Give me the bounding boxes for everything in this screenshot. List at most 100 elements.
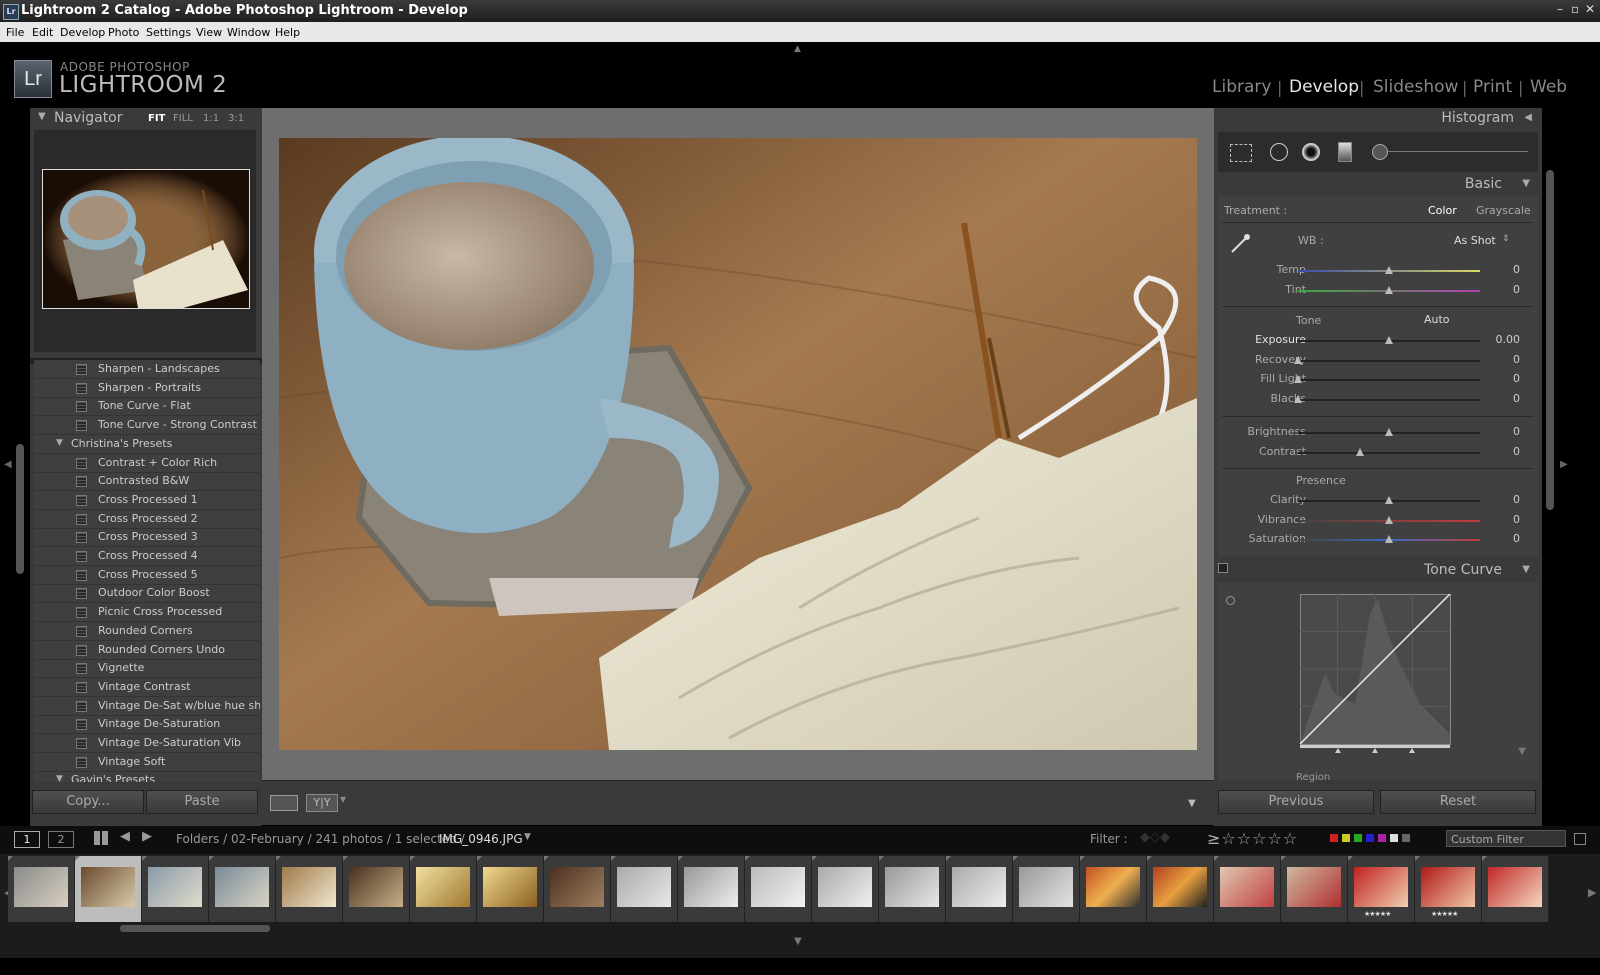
right-scrollbar[interactable] bbox=[1546, 170, 1554, 510]
slider-value[interactable]: 0 bbox=[1513, 372, 1520, 385]
filmstrip-thumbnail[interactable] bbox=[611, 856, 678, 922]
zoom-3-1[interactable]: 3:1 bbox=[228, 113, 244, 124]
filmstrip-thumbnail[interactable] bbox=[544, 856, 611, 922]
slider-track[interactable] bbox=[1298, 336, 1480, 344]
thumbnail-image[interactable] bbox=[952, 867, 1006, 907]
menu-view[interactable]: View bbox=[196, 26, 222, 39]
filmstrip-thumbnail[interactable] bbox=[75, 856, 142, 922]
close-icon[interactable]: ✕ bbox=[1585, 2, 1595, 16]
tone-curve-collapse-icon[interactable]: ▼ bbox=[1522, 564, 1530, 575]
main-photo[interactable] bbox=[279, 138, 1197, 750]
slider-thumb[interactable] bbox=[1294, 394, 1302, 403]
filmstrip-thumbnail[interactable] bbox=[1013, 856, 1080, 922]
slider-temp[interactable]: Temp 0 bbox=[1218, 260, 1534, 280]
thumbnail-image[interactable] bbox=[550, 867, 604, 907]
red-eye-icon[interactable] bbox=[1302, 143, 1320, 161]
slider-value[interactable]: 0 bbox=[1513, 283, 1520, 296]
zoom-fit[interactable]: FIT bbox=[148, 113, 165, 124]
breadcrumb[interactable]: Folders / 02-February / 241 photos / 1 s… bbox=[176, 832, 465, 846]
image-canvas[interactable] bbox=[262, 108, 1214, 780]
curve-menu-icon[interactable]: ▼ bbox=[1518, 746, 1526, 757]
slider-value[interactable]: 0 bbox=[1513, 532, 1520, 545]
toolbar-menu-icon[interactable]: ▼ bbox=[1188, 798, 1196, 809]
module-web[interactable]: Web bbox=[1530, 77, 1567, 97]
navigator-preview[interactable] bbox=[34, 130, 256, 352]
preset-item[interactable]: Rounded Corners Undo bbox=[34, 641, 260, 660]
preset-folder[interactable]: ▼ Gavin's Presets bbox=[34, 771, 260, 782]
thumbnail-image[interactable] bbox=[483, 867, 537, 907]
filmstrip-thumbnail[interactable] bbox=[1281, 856, 1348, 922]
slider-track[interactable] bbox=[1298, 535, 1480, 544]
slider-tint[interactable]: Tint 0 bbox=[1218, 280, 1534, 300]
slider-value[interactable]: 0 bbox=[1513, 513, 1520, 526]
thumbnail-image[interactable] bbox=[81, 867, 135, 907]
thumbnail-image[interactable] bbox=[1153, 867, 1207, 907]
thumbnail-image[interactable] bbox=[684, 867, 738, 907]
star-filter[interactable]: ≥☆☆☆☆☆ bbox=[1207, 829, 1298, 848]
slider-thumb[interactable] bbox=[1385, 285, 1393, 294]
collapse-right-icon[interactable]: ▶ bbox=[1560, 459, 1568, 470]
preset-item[interactable]: Vignette bbox=[34, 659, 260, 679]
filename-dropdown-icon[interactable]: ▼ bbox=[524, 832, 531, 842]
slider-thumb[interactable] bbox=[1385, 428, 1393, 436]
menu-settings[interactable]: Settings bbox=[146, 26, 191, 39]
preset-item[interactable]: Sharpen - Landscapes bbox=[34, 360, 260, 379]
preset-item[interactable]: Vintage De-Saturation bbox=[34, 715, 260, 735]
zoom-fill[interactable]: FILL bbox=[173, 113, 193, 124]
filmstrip-thumbnail[interactable] bbox=[209, 856, 276, 922]
back-arrow-icon[interactable]: ◀ bbox=[120, 829, 130, 844]
adjustment-brush-icon[interactable] bbox=[1372, 144, 1388, 160]
slider-value[interactable]: 0 bbox=[1513, 425, 1520, 438]
target-adjust-icon[interactable] bbox=[1226, 596, 1235, 605]
wb-eyedropper-icon[interactable] bbox=[1228, 232, 1252, 256]
slider-track[interactable] bbox=[1298, 285, 1480, 294]
tone-curve-toggle[interactable] bbox=[1218, 563, 1228, 573]
navigator-thumbnail[interactable] bbox=[42, 169, 250, 309]
filmstrip-thumbnail[interactable] bbox=[276, 856, 343, 922]
minimize-icon[interactable]: – bbox=[1557, 2, 1563, 16]
thumbnail-image[interactable] bbox=[282, 867, 336, 907]
slider-track[interactable] bbox=[1298, 266, 1480, 274]
thumbnail-image[interactable] bbox=[751, 867, 805, 907]
copy-button[interactable]: Copy... bbox=[32, 790, 144, 814]
thumbnail-image[interactable] bbox=[1488, 867, 1542, 907]
preset-item[interactable]: Sharpen - Portraits bbox=[34, 379, 260, 398]
slider-value[interactable]: 0 bbox=[1513, 493, 1520, 506]
filmstrip-thumbnail[interactable] bbox=[410, 856, 477, 922]
slider-value[interactable]: 0 bbox=[1513, 353, 1520, 366]
reset-button[interactable]: Reset bbox=[1380, 790, 1536, 814]
thumbnail-image[interactable] bbox=[1019, 867, 1073, 907]
folder-collapse-icon[interactable]: ▼ bbox=[56, 438, 63, 448]
preset-item[interactable]: Vintage Contrast bbox=[34, 678, 260, 697]
filmstrip-scrollbar[interactable] bbox=[120, 925, 270, 932]
thumbnail-image[interactable] bbox=[1421, 867, 1475, 907]
filmstrip-thumbnail[interactable] bbox=[343, 856, 410, 922]
primary-window-button[interactable]: 1 bbox=[14, 831, 40, 848]
treatment-grayscale[interactable]: Grayscale bbox=[1476, 204, 1531, 217]
slider-track[interactable] bbox=[1294, 355, 1480, 364]
preset-item[interactable]: Cross Processed 4 bbox=[34, 547, 260, 566]
menu-photo[interactable]: Photo bbox=[108, 26, 139, 39]
wb-value[interactable]: As Shot bbox=[1454, 234, 1496, 247]
thumbnail-image[interactable] bbox=[148, 867, 202, 907]
slider-track[interactable] bbox=[1298, 496, 1480, 504]
preset-item[interactable]: Vintage De-Sat w/blue hue shift bbox=[34, 697, 260, 716]
module-slideshow[interactable]: Slideshow bbox=[1373, 77, 1458, 97]
filmstrip-thumbnail[interactable] bbox=[879, 856, 946, 922]
thumbnail-image[interactable] bbox=[1354, 867, 1408, 907]
thumbnail-image[interactable] bbox=[416, 867, 470, 907]
slider-thumb[interactable] bbox=[1294, 375, 1302, 384]
collapse-left-icon[interactable]: ◀ bbox=[4, 459, 12, 470]
slider-track[interactable] bbox=[1298, 428, 1480, 436]
filmstrip-next-icon[interactable]: ▶ bbox=[1588, 886, 1596, 899]
preset-folder[interactable]: ▼ Christina's Presets bbox=[34, 435, 260, 454]
tone-auto-button[interactable]: Auto bbox=[1424, 313, 1450, 326]
histogram-collapse-icon[interactable]: ◀ bbox=[1524, 112, 1532, 123]
wb-dropdown-icon[interactable]: ⇕ bbox=[1502, 234, 1510, 244]
thumbnail-image[interactable] bbox=[1287, 867, 1341, 907]
filmstrip-thumbnail[interactable] bbox=[1147, 856, 1214, 922]
slider-recovery[interactable]: Recovery 0 bbox=[1218, 350, 1534, 370]
filmstrip-thumbnail[interactable] bbox=[1080, 856, 1147, 922]
current-filename[interactable]: IMG_0946.JPG bbox=[439, 832, 523, 846]
color-label-filter[interactable] bbox=[1330, 834, 1422, 844]
